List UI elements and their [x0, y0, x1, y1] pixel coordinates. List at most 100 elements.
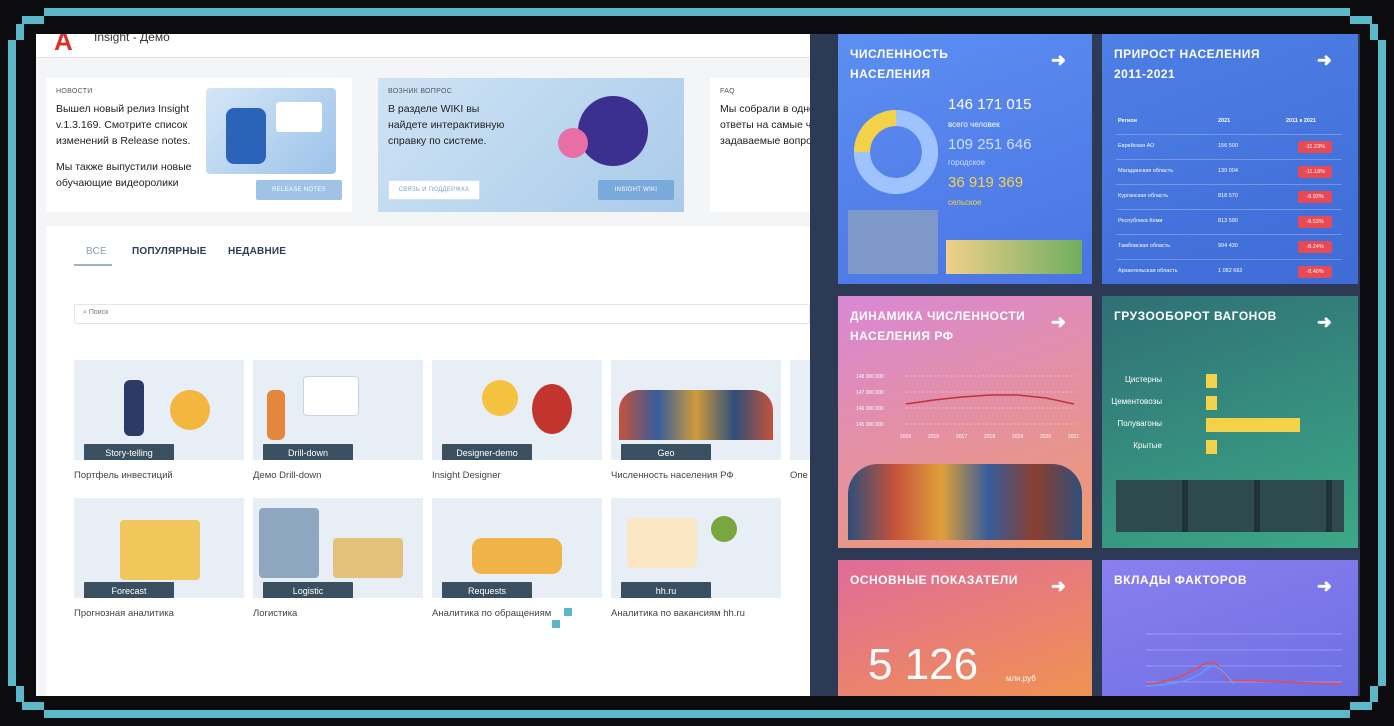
freight-bar — [1206, 418, 1300, 432]
region-value: 1 082 662 — [1218, 268, 1243, 274]
cursor-marker — [552, 620, 560, 628]
frame-top — [44, 8, 1350, 16]
region-name: Тамбовская область — [1118, 243, 1171, 249]
card-title: ДИНАМИКА ЧИСЛЕННОСТИ НАСЕЛЕНИЯ РФ — [850, 309, 1026, 343]
arrow-right-icon[interactable]: ➜ — [1051, 576, 1066, 597]
change-badge: -9.93% — [1298, 191, 1332, 203]
tile-caption[interactable]: Демо Drill-down — [253, 470, 321, 481]
question-illustration — [538, 88, 668, 174]
freight-bar-row: Полувагоны — [1102, 418, 1358, 432]
arrow-right-icon[interactable]: ➜ — [1317, 576, 1332, 597]
arrow-right-icon[interactable]: ➜ — [1051, 312, 1066, 333]
tile-caption[interactable]: Опе — [790, 470, 808, 481]
change-badge: -8.24% — [1298, 241, 1332, 253]
illus-fan — [482, 380, 518, 416]
tile-geo[interactable]: Geo — [611, 360, 781, 460]
tile-label: Designer-demo — [442, 444, 532, 460]
illus-coins — [170, 390, 210, 430]
rural-label: сельское — [948, 198, 982, 207]
freight-card[interactable]: ГРУЗООБОРОТ ВАГОНОВ ➜ Цистерны Цементовоз… — [1102, 296, 1358, 548]
table-row: Курганская область 818 570 -9.93% — [1116, 184, 1342, 208]
tile-caption[interactable]: Аналитика по обращениям — [432, 608, 551, 619]
frame-bottom — [44, 710, 1350, 718]
support-button[interactable]: СВЯЗЬ И ПОДДЕРЖКА — [388, 180, 480, 200]
y-tick-label: 148 000 000 — [856, 374, 884, 380]
illus-person — [124, 380, 144, 436]
insight-wiki-button[interactable]: INSIGHT WIKI — [598, 180, 674, 200]
tile-logistic[interactable]: Logistic — [253, 498, 423, 598]
population-card[interactable]: ЧИСЛЕННОСТЬ НАСЕЛЕНИЯ ➜ 146 171 015 всег… — [838, 34, 1092, 284]
dynamics-line-chart: 148 000 000 147 000 000 146 000 000 145 000… — [856, 374, 1079, 440]
main-indicators-card[interactable]: ОСНОВНЫЕ ПОКАЗАТЕЛИ ➜ 5 126 млн.руб — [838, 560, 1092, 696]
factors-card[interactable]: ВКЛАДЫ ФАКТОРОВ ➜ — [1102, 560, 1358, 696]
x-tick-label: 2015 — [900, 434, 911, 440]
card-title: ОСНОВНЫЕ ПОКАЗАТЕЛИ — [850, 573, 1018, 587]
release-notes-button[interactable]: RELEASE NOTES — [256, 180, 342, 200]
change-badge: -11.18% — [1298, 166, 1332, 178]
arrow-right-icon[interactable]: ➜ — [1317, 312, 1332, 333]
change-badge: -11.23% — [1298, 141, 1332, 153]
tile-requests[interactable]: Requests — [432, 498, 602, 598]
freight-bar — [1206, 440, 1217, 454]
illus-cards — [627, 518, 697, 568]
frame-left-top — [16, 24, 24, 40]
tile-forecast[interactable]: Forecast — [74, 498, 244, 598]
table-row: Тамбовская область 994 430 -8.24% — [1116, 234, 1342, 258]
arrow-right-icon[interactable]: ➜ — [1051, 50, 1066, 71]
y-tick-label: 145 000 000 — [856, 422, 884, 428]
card-title: ВКЛАДЫ ФАКТОРОВ — [1114, 573, 1248, 587]
tile-drill-down[interactable]: Drill-down — [253, 360, 423, 460]
urban-population: 109 251 646 — [948, 136, 1032, 153]
tile-partial[interactable] — [790, 360, 810, 460]
tile-caption[interactable]: Прогнозная аналитика — [74, 608, 174, 619]
region-value: 813 590 — [1218, 218, 1238, 224]
card-title: ГРУЗООБОРОТ ВАГОНОВ — [1114, 309, 1277, 323]
illus-person — [267, 390, 285, 440]
tile-story-telling[interactable]: Story-telling — [74, 360, 244, 460]
region-value: 139 004 — [1218, 168, 1238, 174]
freight-bar-label: Крытые — [1133, 441, 1162, 450]
tab-recent[interactable]: НЕДАВНИЕ — [228, 246, 286, 257]
tile-label: Geo — [621, 444, 711, 460]
search-input[interactable]: ⌕ Поиск — [74, 304, 810, 324]
growth-card[interactable]: ПРИРОСТ НАСЕЛЕНИЯ 2011-2021 ➜ Регион 202… — [1102, 34, 1358, 284]
news-text: Вышел новый релиз Insight v.1.3.169. Смо… — [56, 103, 191, 147]
tile-caption[interactable]: Insight Designer — [432, 470, 501, 481]
region-name: Республика Коми — [1118, 218, 1163, 224]
tile-caption[interactable]: Численность населения РФ — [611, 470, 734, 481]
illus-house — [333, 538, 403, 578]
col-region: Регион — [1118, 118, 1137, 124]
tab-all[interactable]: ВСЕ — [86, 246, 107, 257]
insight-app: A Insight - Демо НОВОСТИ Вышел новый рел… — [36, 34, 810, 696]
question-card: ВОЗНИК ВОПРОС В разделе WIKI вы найдете … — [378, 78, 684, 212]
card-title: ЧИСЛЕННОСТЬ НАСЕЛЕНИЯ — [850, 47, 949, 81]
tile-caption[interactable]: Аналитика по вакансиям hh.ru — [611, 608, 745, 619]
freight-bar-row: Цистерны — [1102, 374, 1358, 388]
frame-top-left — [22, 16, 44, 24]
factors-chart — [1145, 633, 1343, 687]
col-change: 2011 к 2021 — [1286, 118, 1316, 124]
main-unit: млн.руб — [1006, 674, 1036, 683]
x-tick-label: 2017 — [956, 434, 967, 440]
table-row: Архангельская область 1 082 662 -8.46% — [1116, 259, 1342, 283]
city-illustration — [848, 210, 938, 274]
illus-figure — [578, 96, 648, 166]
tile-designer-demo[interactable]: Designer-demo — [432, 360, 602, 460]
catalog-panel: ВСЕ ПОПУЛЯРНЫЕ НЕДАВНИЕ ⌕ Поиск Story-te… — [46, 226, 810, 696]
region-value: 818 570 — [1218, 193, 1238, 199]
tab-popular[interactable]: ПОПУЛЯРНЫЕ — [132, 246, 207, 257]
tile-caption[interactable]: Логистика — [253, 608, 297, 619]
faq-card: FAQ Мы собрали в одно ответы на самые ч … — [710, 78, 810, 212]
y-tick-label: 147 000 000 — [856, 390, 884, 396]
tile-hh-ru[interactable]: hh.ru — [611, 498, 781, 598]
dynamics-card[interactable]: ДИНАМИКА ЧИСЛЕННОСТИ НАСЕЛЕНИЯ РФ ➜ 148 … — [838, 296, 1092, 548]
rural-population: 36 919 369 — [948, 174, 1024, 191]
insight-logo[interactable]: A — [54, 34, 76, 56]
change-badge: -9.53% — [1298, 216, 1332, 228]
total-population: 146 171 015 — [948, 96, 1032, 113]
population-donut — [854, 110, 938, 194]
tile-caption[interactable]: Портфель инвестиций — [74, 470, 173, 481]
arrow-right-icon[interactable]: ➜ — [1317, 50, 1332, 71]
freight-bar-label: Цистерны — [1124, 375, 1162, 384]
table-row: Магаданская область 139 004 -11.18% — [1116, 159, 1342, 183]
